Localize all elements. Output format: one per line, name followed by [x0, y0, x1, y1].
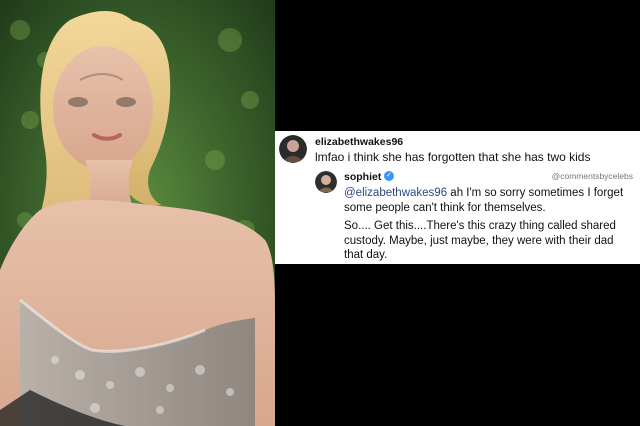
reply-text-2: So.... Get this....There's this crazy th… — [344, 220, 616, 261]
comment-username[interactable]: elizabethwakes96 — [315, 136, 403, 148]
user-avatar-icon — [315, 171, 337, 193]
mention-link[interactable]: @elizabethwakes96 — [344, 187, 447, 199]
celebrity-photo — [0, 0, 275, 426]
comment-card: elizabethwakes96 lmfao i think she has f… — [275, 131, 640, 264]
user-avatar-icon — [279, 135, 307, 163]
reply-username[interactable]: sophiet — [344, 171, 381, 183]
watermark: @commentsbycelebs — [551, 171, 633, 181]
avatar[interactable] — [315, 171, 337, 193]
verified-badge-icon: ✓ — [384, 171, 394, 181]
avatar[interactable] — [279, 135, 307, 163]
reply-text: @elizabethwakes96 ah I'm so sorry someti… — [344, 186, 629, 215]
comment-text: lmfao i think she has forgotten that she… — [315, 150, 591, 164]
